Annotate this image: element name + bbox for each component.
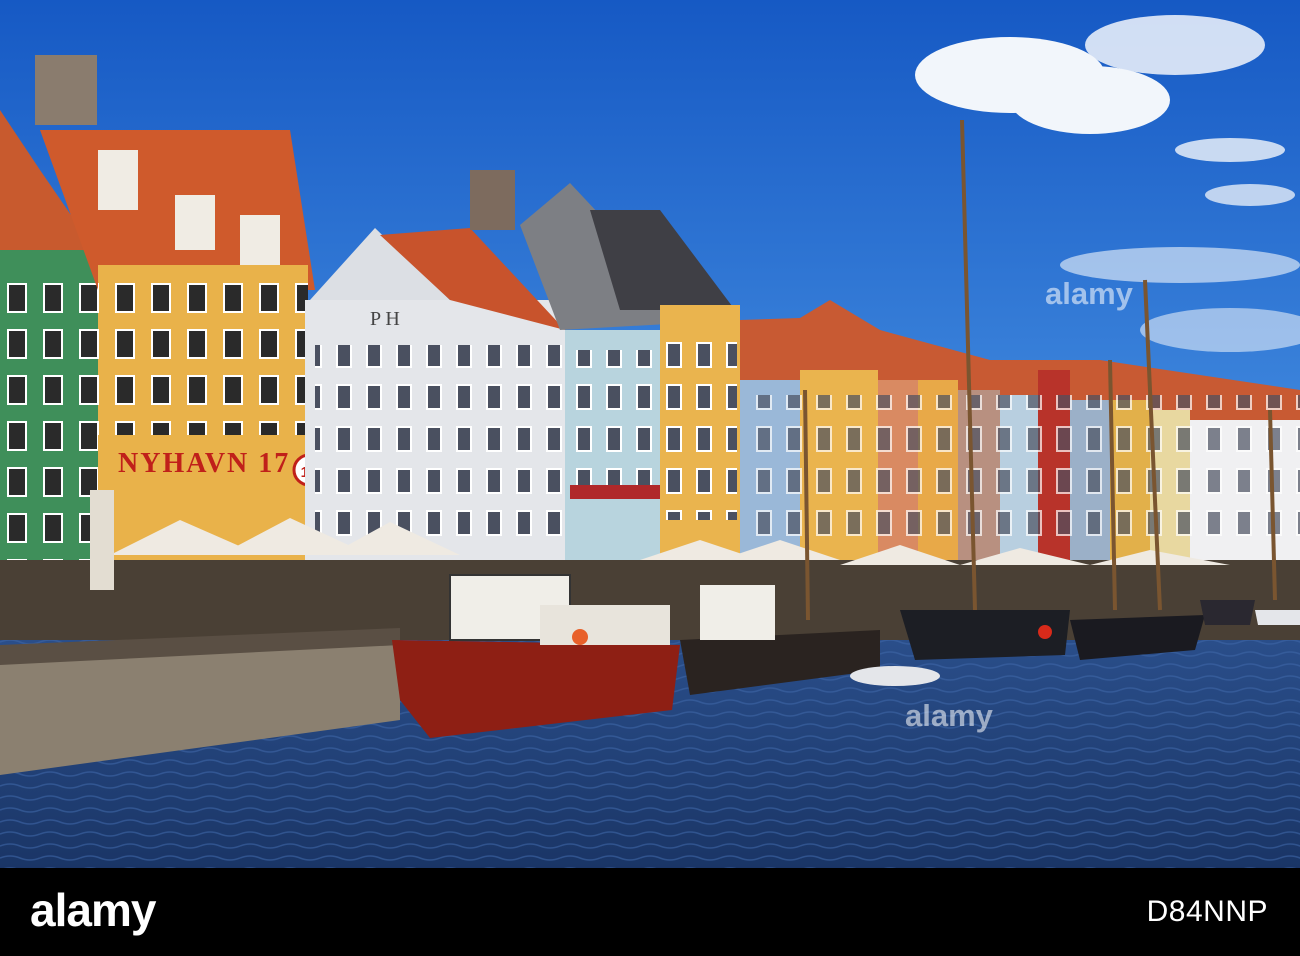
image-id-label: D84NNP: [1146, 895, 1268, 928]
stock-photo-frame: NYHAVN 17 17 P H: [0, 0, 1300, 956]
orange-house: [660, 305, 740, 560]
watermark-bottom: alamy: [905, 698, 993, 733]
building-letters: P H: [370, 308, 400, 330]
light-blue-house: [565, 330, 665, 560]
alamy-logo-text: alamy: [30, 888, 157, 936]
nyhavn-17-sign: NYHAVN 17: [118, 448, 290, 479]
watermark-top: alamy: [1045, 276, 1133, 311]
alamy-logo: alamy: [30, 888, 158, 936]
nyhavn-harbour-photo: NYHAVN 17 17 P H: [0, 0, 1300, 868]
